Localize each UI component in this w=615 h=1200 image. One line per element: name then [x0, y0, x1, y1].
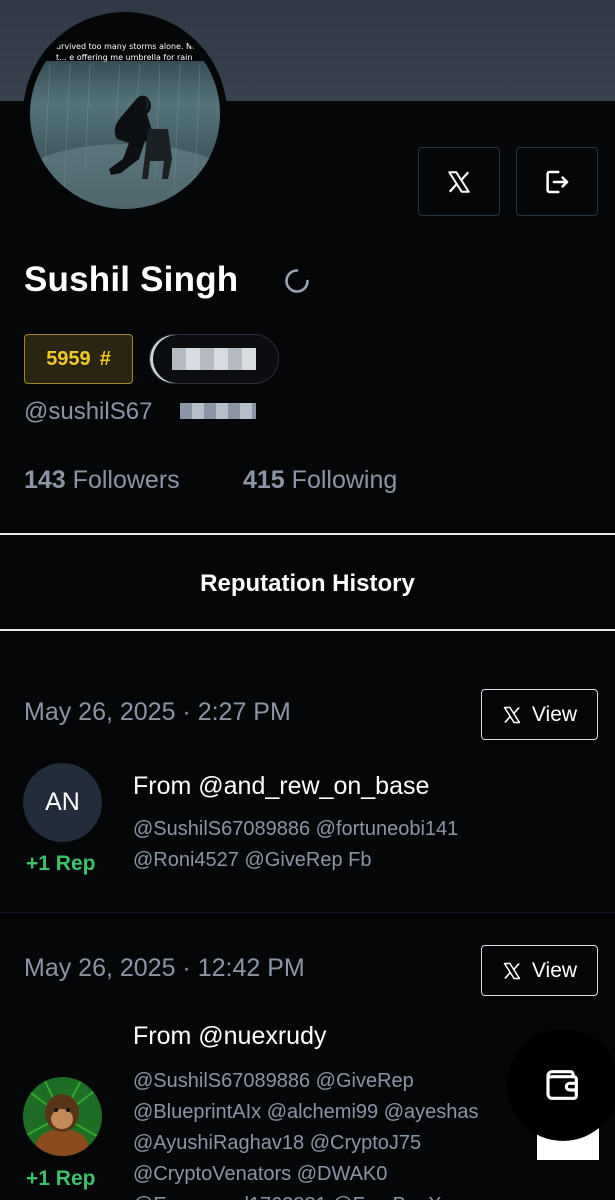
tag-line: @AyushiRaghav18 @CryptoJ75 [133, 1132, 422, 1154]
entry-date: May 26, 2025 · 2:27 PM [24, 698, 291, 726]
sender-avatar [23, 1077, 102, 1156]
entry-from[interactable]: From @and_rew_on_base [133, 772, 429, 801]
tag-line: @Emmanuel1763881 @FrozBenX [133, 1190, 528, 1200]
entry-from[interactable]: From @nuexrudy [133, 1022, 327, 1051]
profile-handle: @sushilS67 [24, 398, 153, 425]
x-profile-button[interactable] [418, 147, 500, 216]
x-logo-icon [503, 706, 521, 723]
logout-icon [546, 170, 569, 193]
rep-change: +1 Rep [26, 852, 96, 875]
view-post-button[interactable]: View [481, 689, 598, 740]
following-stat[interactable]: 415 Following [243, 466, 397, 495]
rank-value: 5959 [46, 347, 91, 370]
entry-tags: @SushilS67089886 @fortuneobi141 @Roni452… [133, 814, 533, 876]
sender-avatar: AN [23, 763, 102, 842]
tag-line: @BlueprintAIx @alchemi99 @ayeshas [133, 1101, 479, 1123]
profile-name: Sushil Singh [24, 260, 239, 299]
ape-avatar-image [23, 1077, 102, 1156]
following-count: 415 [243, 466, 285, 494]
section-divider-top [0, 533, 615, 535]
rank-hash-icon: # [99, 347, 111, 370]
view-label: View [531, 958, 578, 982]
loading-spinner-icon [285, 269, 309, 293]
avatar-caption: urvived too many storms alone. Now t... … [56, 42, 204, 62]
view-post-button[interactable]: View [481, 945, 598, 996]
tag-line: @SushilS67089886 @GiveRep [133, 1070, 414, 1092]
rank-badge: 5959 # [24, 334, 133, 384]
entry-separator [0, 912, 615, 913]
followers-count: 143 [24, 466, 66, 494]
view-label: View [531, 702, 578, 726]
x-logo-icon [503, 962, 521, 979]
x-logo-icon [448, 170, 470, 193]
rep-change: +1 Rep [26, 1167, 96, 1190]
following-label: Following [291, 466, 398, 494]
wallet-button[interactable] [507, 1029, 615, 1141]
tag-line: @SushilS67089886 @fortuneobi141 [133, 818, 459, 840]
followers-stat[interactable]: 143 Followers [24, 466, 180, 495]
logout-button[interactable] [516, 147, 598, 216]
tag-line: @CryptoVenators @DWAK0 [133, 1163, 388, 1185]
wallet-icon [546, 1070, 578, 1100]
profile-avatar[interactable]: urvived too many storms alone. Now t... … [23, 12, 227, 216]
tab-reputation-history[interactable]: Reputation History [0, 570, 615, 598]
handle-redaction-blur [180, 403, 256, 419]
redacted-blur [172, 348, 256, 370]
entry-tags: @SushilS67089886 @GiveRep @BlueprintAIx … [133, 1066, 528, 1200]
section-divider-bottom [0, 629, 615, 631]
followers-label: Followers [72, 466, 180, 494]
entry-date: May 26, 2025 · 12:42 PM [24, 954, 305, 982]
tag-line: @Roni4527 @GiveRep Fb [133, 849, 372, 871]
